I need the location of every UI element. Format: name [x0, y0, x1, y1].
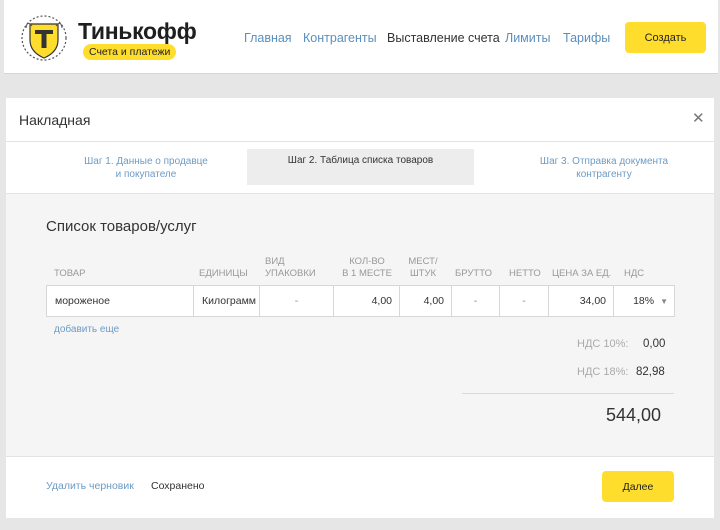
gross-input[interactable]: -	[452, 286, 500, 316]
col-header-product: товар	[54, 268, 86, 279]
qty-per-place-input[interactable]: 4,00	[334, 286, 400, 316]
step-3-line2: контрагенту	[576, 168, 632, 180]
places-input[interactable]: 4,00	[400, 286, 452, 316]
col-header-units: единицы	[199, 268, 248, 279]
close-icon[interactable]: ✕	[692, 109, 705, 127]
triangle-down-icon: ▼	[660, 296, 668, 306]
nav-invoicing[interactable]: Выставление счета	[387, 31, 500, 45]
step-3-tab[interactable]: Шаг 3. Отправка документа контрагенту	[504, 142, 704, 193]
step-1-line1: Шаг 1. Данные о продавце	[84, 155, 208, 167]
col-header-package: вид упаковки	[265, 256, 316, 279]
step-1-tab[interactable]: Шаг 1. Данные о продавце и покупателе	[46, 142, 246, 193]
price-input[interactable]: 34,00	[549, 286, 614, 316]
brand-name: Тинькофф	[78, 18, 197, 44]
section-title: Список товаров/услуг	[46, 218, 197, 235]
table-row: мороженое Килограмм - 4,00 4,00 - - 34,0…	[46, 285, 675, 317]
col-header-vat: ндс	[624, 268, 645, 279]
col-header-places: мест/штук	[408, 256, 438, 279]
step-3-line1: Шаг 3. Отправка документа	[539, 155, 669, 167]
step-tabs: Шаг 1. Данные о продавце и покупателе Ша…	[6, 142, 714, 193]
nav-counterparties[interactable]: Контрагенты	[303, 31, 377, 45]
divider	[462, 393, 674, 394]
saved-status: Сохранено	[151, 480, 205, 492]
nav-home[interactable]: Главная	[244, 31, 292, 45]
tinkoff-logo-icon[interactable]	[18, 14, 70, 62]
col-header-qty-per-place: кол-во в 1 месте	[342, 256, 392, 279]
top-header: Тинькофф Счета и платежи Главная Контраг…	[4, 0, 718, 74]
create-button[interactable]: Создать	[625, 22, 706, 53]
col-header-net: нетто	[509, 268, 541, 279]
divider	[6, 456, 714, 457]
next-button[interactable]: Далее	[602, 471, 674, 502]
unit-input[interactable]: Килограмм	[194, 286, 260, 316]
nav-limits[interactable]: Лимиты	[505, 31, 550, 45]
step-2-line1: Шаг 2. Таблица списка товаров	[287, 155, 434, 166]
add-more-link[interactable]: добавить еще	[54, 324, 119, 335]
brand-subtitle: Счета и платежи	[83, 44, 177, 60]
vat-select[interactable]: 18% ▼	[614, 286, 675, 316]
step-2-tab[interactable]: Шаг 2. Таблица списка товаров	[247, 149, 474, 185]
col-header-price: цена за ед.	[552, 268, 612, 279]
waybill-panel: Накладная ✕ Шаг 1. Данные о продавце и п…	[6, 98, 714, 518]
panel-title: Накладная	[19, 112, 91, 128]
vat10-label: НДС 10%:	[577, 338, 629, 350]
nav-tariffs[interactable]: Тарифы	[563, 31, 610, 45]
vat18-value: 82,98	[636, 366, 665, 378]
vat10-value: 0,00	[643, 338, 666, 350]
total-amount: 544,00	[606, 405, 662, 425]
net-input[interactable]: -	[500, 286, 549, 316]
vat-select-value: 18%	[633, 295, 655, 307]
col-header-gross: брутто	[455, 268, 492, 279]
product-name-input[interactable]: мороженое	[47, 286, 194, 316]
vat18-label: НДС 18%:	[577, 366, 629, 378]
delete-draft-link[interactable]: Удалить черновик	[46, 480, 134, 492]
step-1-line2: и покупателе	[115, 168, 177, 180]
package-input[interactable]: -	[260, 286, 334, 316]
